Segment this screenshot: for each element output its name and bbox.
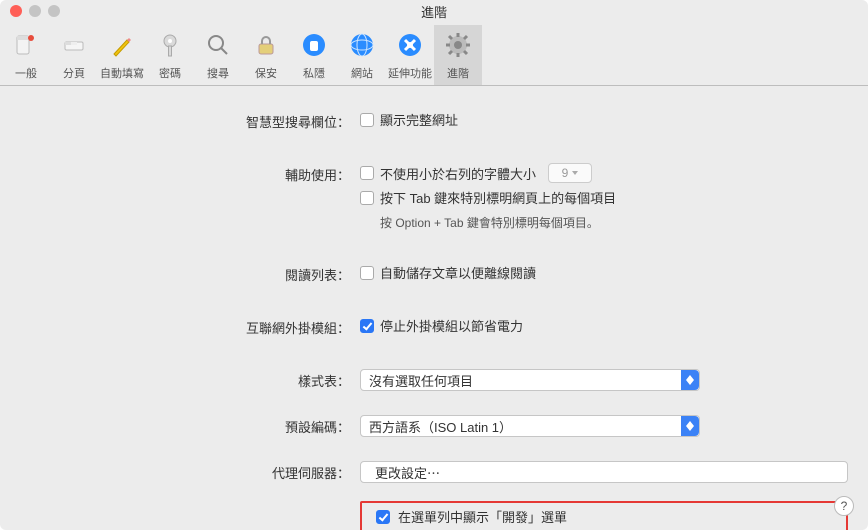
change-settings-button[interactable]: 更改設定⋯ [360,461,848,483]
tab-tabs[interactable]: 分頁 [50,25,98,85]
stylesheet-value: 沒有選取任何項目 [369,371,473,390]
tab-label: 網站 [351,65,373,81]
tab-highlight-label: 按下 Tab 鍵來特別標明網頁上的每個項目 [380,188,616,207]
tab-privacy[interactable]: 私隱 [290,25,338,85]
autofill-icon [106,29,138,61]
tab-label: 保安 [255,65,277,81]
stylesheet-select[interactable]: 沒有選取任何項目 [360,369,700,391]
tab-label: 密碼 [159,65,181,81]
stop-plugins-checkbox[interactable] [360,319,374,333]
gear-icon [442,29,474,61]
tab-label: 搜尋 [207,65,229,81]
encoding-value: 西方語系（ISO Latin 1） [369,417,512,436]
tab-websites[interactable]: 網站 [338,25,386,85]
accessibility-label: 輔助使用： [20,163,360,184]
close-button[interactable] [10,5,22,17]
reading-list-row: 閱讀列表： 自動儲存文章以便離線閱讀 [20,263,848,284]
tab-passwords[interactable]: 密碼 [146,25,194,85]
content-area: 智慧型搜尋欄位： 顯示完整網址 輔助使用： 不使用小於右列的字體大小 9 [0,86,868,530]
preferences-toolbar: 一般 分頁 自動填寫 密碼 搜尋 [0,22,868,86]
develop-menu-checkbox[interactable] [376,510,390,524]
stylesheet-row: 樣式表： 沒有選取任何項目 [20,369,848,391]
develop-menu-row: 在選單列中顯示「開發」選單 [20,501,848,530]
auto-save-label: 自動儲存文章以便離線閱讀 [380,263,536,282]
tab-extensions[interactable]: 延伸功能 [386,25,434,85]
tab-label: 延伸功能 [388,65,432,81]
tab-autofill[interactable]: 自動填寫 [98,25,146,85]
smart-search-row: 智慧型搜尋欄位： 顯示完整網址 [20,110,848,131]
stylesheet-label: 樣式表： [20,369,360,390]
help-button[interactable]: ? [834,496,854,516]
proxy-row: 代理伺服器： 更改設定⋯ [20,461,848,483]
tab-label: 自動填寫 [100,65,144,81]
chevron-down-icon [572,171,578,175]
tab-label: 一般 [15,65,37,81]
select-arrows-icon [681,416,699,436]
tab-advanced[interactable]: 進階 [434,25,482,85]
develop-menu-label: 在選單列中顯示「開發」選單 [398,507,567,526]
show-full-url-checkbox[interactable] [360,113,374,127]
auto-save-checkbox[interactable] [360,266,374,280]
key-icon [154,29,186,61]
tab-search[interactable]: 搜尋 [194,25,242,85]
develop-menu-highlight: 在選單列中顯示「開發」選單 [360,501,848,530]
lock-icon [250,29,282,61]
min-font-checkbox[interactable] [360,166,374,180]
plugins-row: 互聯網外掛模組： 停止外掛模組以節省電力 [20,316,848,337]
minimize-button[interactable] [29,5,41,17]
extensions-icon [394,29,426,61]
encoding-label: 預設編碼： [20,415,360,436]
tabs-icon [58,29,90,61]
min-font-label: 不使用小於右列的字體大小 [380,164,536,183]
encoding-select[interactable]: 西方語系（ISO Latin 1） [360,415,700,437]
tab-security[interactable]: 保安 [242,25,290,85]
smart-search-label: 智慧型搜尋欄位： [20,110,360,131]
show-full-url-label: 顯示完整網址 [380,110,458,129]
accessibility-row: 輔助使用： 不使用小於右列的字體大小 9 按下 Tab 鍵來特別標明網頁上的每個… [20,163,848,231]
tab-label: 私隱 [303,65,325,81]
general-icon [10,29,42,61]
stop-plugins-label: 停止外掛模組以節省電力 [380,316,523,335]
proxy-label: 代理伺服器： [20,461,360,482]
plugins-label: 互聯網外掛模組： [20,316,360,337]
globe-icon [346,29,378,61]
tab-highlight-checkbox[interactable] [360,191,374,205]
privacy-icon [298,29,330,61]
titlebar: 進階 [0,0,868,22]
window-title: 進階 [0,2,868,21]
tab-label: 分頁 [63,65,85,81]
tab-general[interactable]: 一般 [2,25,50,85]
advanced-preferences-window: 進階 一般 分頁 自動填寫 密碼 [0,0,868,530]
font-size-select[interactable]: 9 [548,163,592,183]
accessibility-hint: 按 Option + Tab 鍵會特別標明每個項目。 [380,214,848,231]
traffic-lights [10,5,60,17]
select-arrows-icon [681,370,699,390]
search-icon [202,29,234,61]
zoom-button[interactable] [48,5,60,17]
tab-label: 進階 [447,65,469,81]
encoding-row: 預設編碼： 西方語系（ISO Latin 1） [20,415,848,437]
reading-list-label: 閱讀列表： [20,263,360,284]
